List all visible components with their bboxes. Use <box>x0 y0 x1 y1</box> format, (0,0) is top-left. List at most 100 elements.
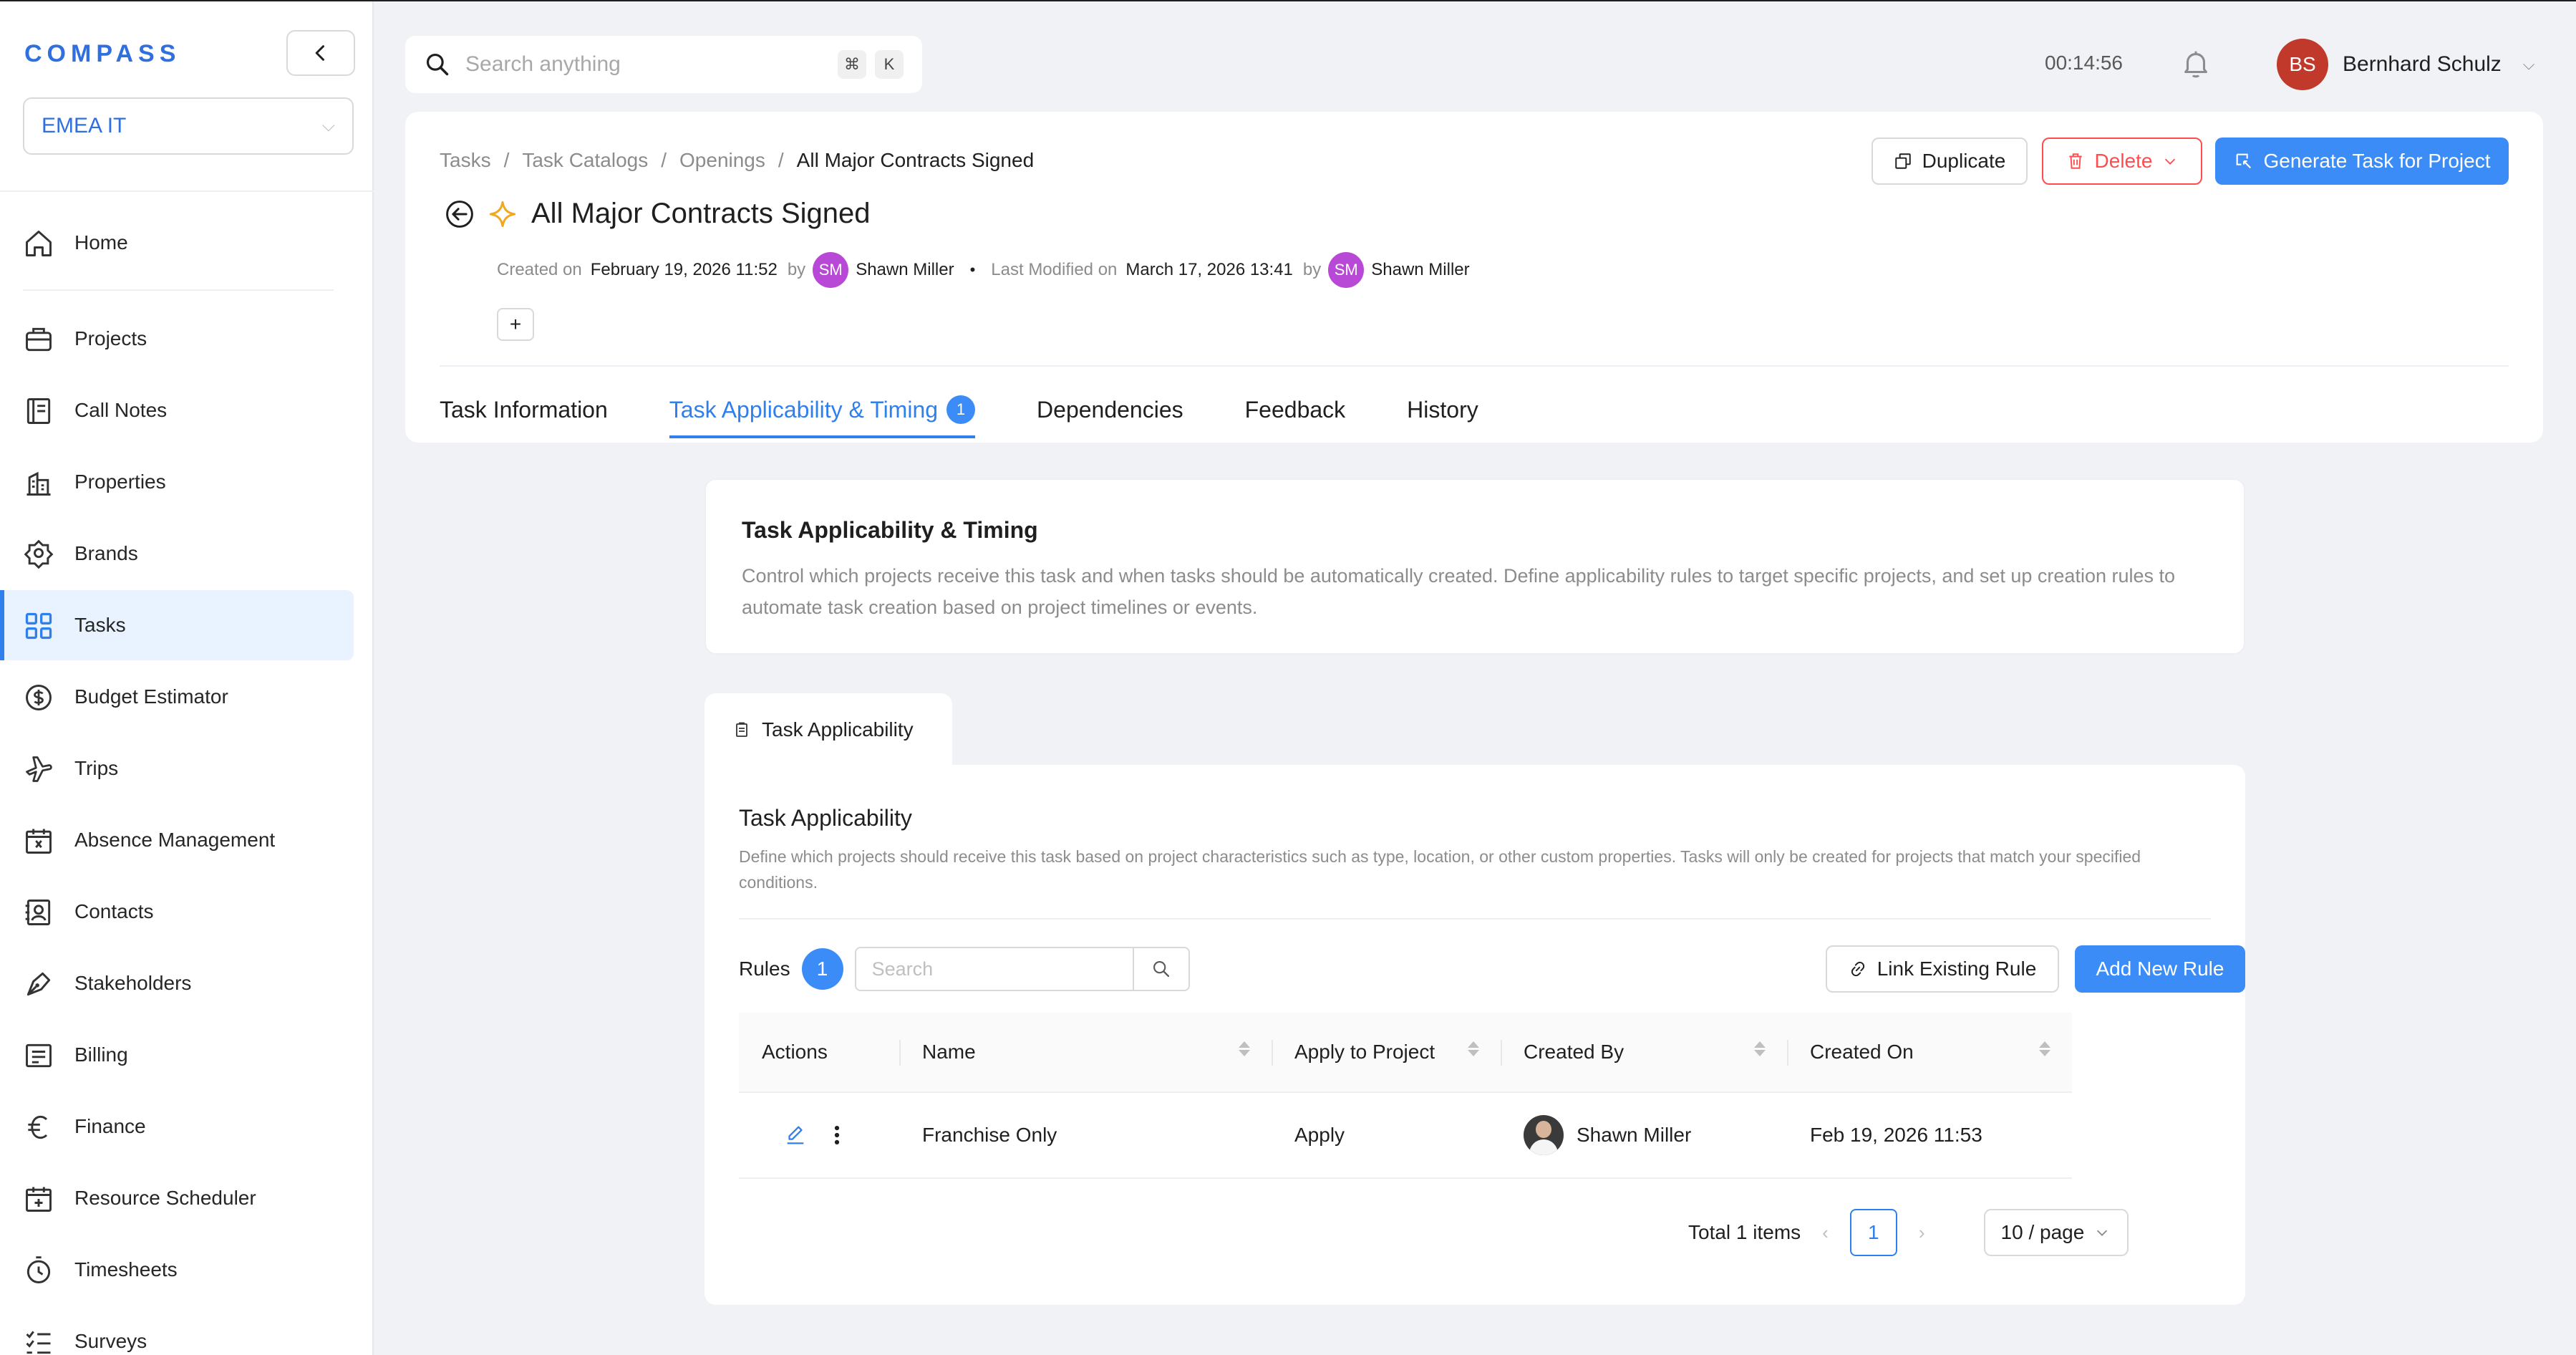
column-label: Name <box>922 1041 976 1063</box>
link-existing-rule-label: Link Existing Rule <box>1877 958 2037 980</box>
duplicate-button[interactable]: Duplicate <box>1872 138 2028 185</box>
tab-label: Feedback <box>1244 396 1346 423</box>
sidebar-item-tasks[interactable]: Tasks <box>0 590 354 660</box>
breadcrumb-openings[interactable]: Openings <box>679 149 765 172</box>
breadcrumb-task-catalogs[interactable]: Task Catalogs <box>522 149 648 172</box>
column-label: Actions <box>762 1041 828 1063</box>
table-row: Franchise Only Apply Shawn Miller Feb 19… <box>739 1093 2072 1179</box>
notifications-button[interactable] <box>2179 47 2212 84</box>
section-description: Control which projects receive this task… <box>742 565 2176 618</box>
tab-task-information[interactable]: Task Information <box>440 395 608 437</box>
chevron-down-icon <box>2097 1230 2108 1236</box>
add-new-rule-button[interactable]: Add New Rule <box>2075 945 2245 993</box>
sidebar-item-call-notes[interactable]: Call Notes <box>0 375 354 445</box>
billing-icon <box>26 1043 52 1068</box>
modified-by-name: Shawn Miller <box>1371 260 1470 279</box>
generate-task-button[interactable]: Generate Task for Project <box>2215 138 2509 185</box>
sort-icon[interactable] <box>1468 1041 1479 1056</box>
briefcase-icon <box>26 327 52 352</box>
search-icon <box>426 53 449 76</box>
pen-icon <box>26 972 51 996</box>
sidebar-item-projects[interactable]: Projects <box>0 304 354 374</box>
tab-feedback[interactable]: Feedback <box>1245 395 1346 437</box>
generate-icon <box>2236 153 2251 169</box>
sidebar-item-finance[interactable]: Finance <box>0 1091 354 1162</box>
sidebar-item-label: Billing <box>74 1043 128 1066</box>
column-header-apply-to-project[interactable]: Apply to Project <box>1272 1013 1501 1091</box>
clipboard-icon <box>736 722 747 737</box>
modified-date: March 17, 2026 13:41 <box>1125 260 1293 279</box>
add-tag-button[interactable]: + <box>497 308 534 341</box>
org-select[interactable]: EMEA IT ⌵ <box>23 97 354 155</box>
chevron-down-icon <box>2165 158 2176 165</box>
rule-name: Franchise Only <box>922 1124 1057 1146</box>
prev-page-icon[interactable]: ‹ <box>1822 1222 1829 1244</box>
sidebar-item-label: Finance <box>74 1115 146 1137</box>
rules-search-button[interactable] <box>1132 948 1188 990</box>
column-header-created-on[interactable]: Created On <box>1787 1013 2072 1091</box>
sidebar-item-billing[interactable]: Billing <box>0 1020 354 1090</box>
duplicate-label: Duplicate <box>1922 150 2006 172</box>
user-menu[interactable]: BS Bernhard Schulz ⌵ <box>2277 39 2534 90</box>
sidebar-item-home[interactable]: Home <box>0 208 354 278</box>
column-header-created-by[interactable]: Created By <box>1501 1013 1787 1091</box>
breadcrumb-tasks[interactable]: Tasks <box>440 149 491 172</box>
sidebar-item-contacts[interactable]: Contacts <box>0 877 354 947</box>
sort-icon[interactable] <box>1754 1041 1766 1056</box>
generate-task-label: Generate Task for Project <box>2263 150 2491 172</box>
link-existing-rule-button[interactable]: Link Existing Rule <box>1826 945 2059 993</box>
created-label: Created on <box>497 260 582 279</box>
task-header: Tasks / Task Catalogs / Openings / All Majo… <box>405 112 2543 443</box>
global-search[interactable]: Search anything ⌘ K <box>405 36 922 93</box>
session-timer: 00:14:56 <box>2045 52 2123 74</box>
created-by-name: Shawn Miller <box>856 260 954 279</box>
sidebar-item-resource-scheduler[interactable]: Resource Scheduler <box>0 1163 354 1233</box>
sidebar-item-surveys[interactable]: Surveys <box>0 1306 354 1355</box>
more-vertical-icon[interactable] <box>832 1123 842 1147</box>
tab-dependencies[interactable]: Dependencies <box>1037 395 1183 437</box>
column-label: Apply to Project <box>1294 1041 1435 1063</box>
collapse-sidebar-button[interactable] <box>286 30 355 76</box>
next-page-icon[interactable]: › <box>1919 1222 1925 1244</box>
sidebar-item-absence-management[interactable]: Absence Management <box>0 805 354 875</box>
tab-task-applicability[interactable]: Task Applicability <box>704 693 952 766</box>
sidebar-item-label: Stakeholders <box>74 972 192 994</box>
sidebar-item-properties[interactable]: Properties <box>0 447 354 517</box>
rule-apply: Apply <box>1294 1124 1345 1146</box>
task-tabs: Task Information Task Applicability & Ti… <box>440 395 1540 438</box>
sidebar-item-trips[interactable]: Trips <box>0 733 354 804</box>
sidebar-item-label: Home <box>74 231 128 254</box>
search-placeholder: Search anything <box>465 52 621 76</box>
page-number[interactable]: 1 <box>1849 1209 1897 1256</box>
created-date: February 19, 2026 11:52 <box>590 260 778 279</box>
sort-icon[interactable] <box>1239 1041 1250 1056</box>
sidebar-item-brands[interactable]: Brands <box>0 519 354 589</box>
sidebar-item-label: Tasks <box>74 614 126 636</box>
badge-icon <box>24 539 54 569</box>
sidebar-item-stakeholders[interactable]: Stakeholders <box>0 948 354 1018</box>
tab-task-applicability-timing[interactable]: Task Applicability & Timing 1 <box>669 395 976 438</box>
avatar: BS <box>2277 39 2328 90</box>
sidebar-item-budget-estimator[interactable]: Budget Estimator <box>0 662 354 732</box>
tab-history[interactable]: History <box>1407 395 1478 437</box>
app-logo[interactable]: COMPASS <box>24 40 180 68</box>
dollar-icon <box>26 685 52 710</box>
sort-icon[interactable] <box>2039 1041 2050 1056</box>
page-size-select[interactable]: 10 / page <box>1983 1209 2129 1256</box>
link-icon <box>1851 961 1864 977</box>
k-key-hint: K <box>875 50 904 79</box>
back-arrow-icon[interactable] <box>444 198 475 230</box>
bell-icon <box>2184 51 2207 78</box>
nav-divider <box>23 289 334 291</box>
rules-search-input[interactable]: Search <box>856 948 1133 990</box>
sidebar-item-timesheets[interactable]: Timesheets <box>0 1235 354 1305</box>
column-header-name[interactable]: Name <box>899 1013 1272 1091</box>
sidebar-item-label: Brands <box>74 542 138 564</box>
tab-label: History <box>1407 396 1478 423</box>
section-divider <box>739 918 2211 920</box>
tab-label: Task Information <box>440 396 608 423</box>
delete-button[interactable]: Delete <box>2042 138 2202 185</box>
delete-label: Delete <box>2094 150 2153 172</box>
cmd-key-hint: ⌘ <box>838 50 866 79</box>
edit-icon[interactable] <box>783 1123 808 1147</box>
